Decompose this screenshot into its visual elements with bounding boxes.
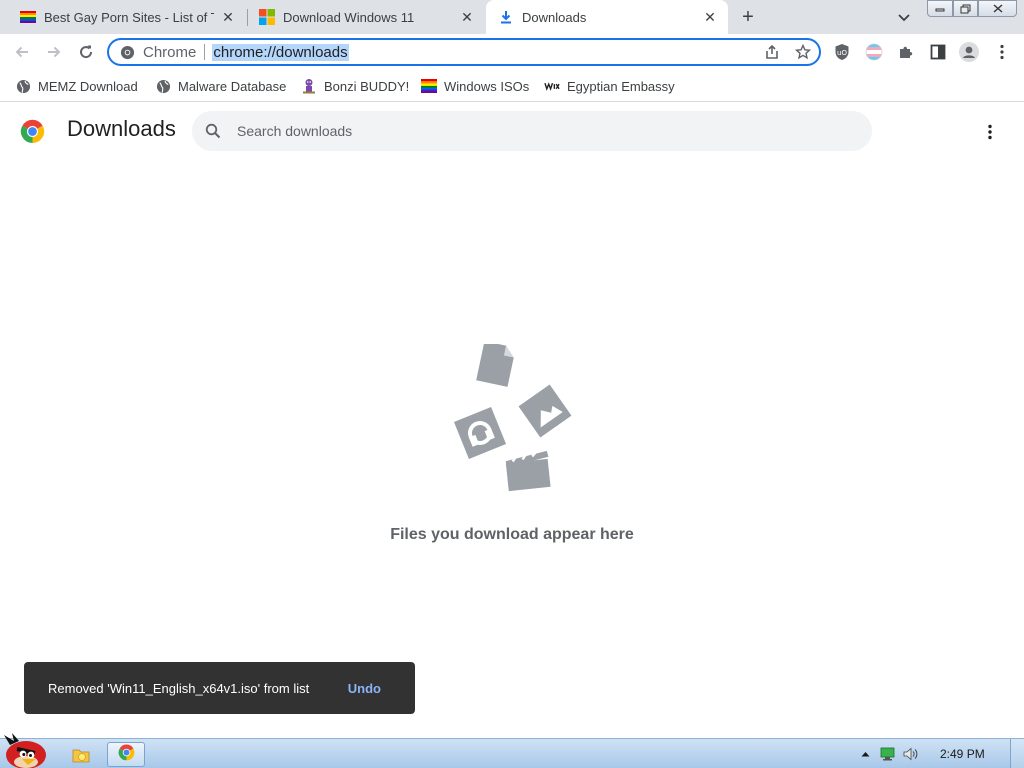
system-tray	[855, 745, 923, 763]
bookmark-label: MEMZ Download	[38, 78, 138, 94]
globe-icon	[155, 78, 171, 94]
tab-title: Downloads	[522, 9, 587, 25]
reload-icon[interactable]	[72, 38, 100, 66]
image-file-icon	[518, 384, 572, 438]
trans-flag-extension-icon[interactable]	[864, 42, 884, 62]
forward-arrow-icon[interactable]	[40, 38, 68, 66]
taskbar-chrome-button[interactable]	[107, 742, 145, 767]
url-text[interactable]: chrome://downloads	[212, 43, 349, 61]
download-arrow-icon	[498, 9, 514, 25]
tab-title: Download Windows 11	[283, 9, 415, 25]
bookmark-star-icon[interactable]	[787, 44, 819, 60]
new-tab-button[interactable]: +	[736, 5, 760, 29]
bookmark-label: Bonzi BUDDY!	[324, 78, 410, 94]
omnibox-divider	[204, 44, 206, 60]
audio-file-icon	[453, 406, 507, 460]
close-tab-icon[interactable]: ✕	[220, 9, 236, 25]
start-button-angry-bird-icon[interactable]	[2, 731, 50, 768]
wix-icon	[544, 78, 560, 94]
removed-toast: Removed 'Win11_English_x64v1.iso' from l…	[24, 662, 415, 714]
tab-title: Best Gay Porn Sites - List of To	[44, 9, 214, 25]
chrome-logo-icon	[118, 743, 135, 766]
minimize-button[interactable]	[927, 0, 953, 17]
search-input[interactable]	[237, 123, 837, 139]
more-actions-icon[interactable]	[978, 120, 1002, 144]
chrome-site-icon	[119, 44, 135, 60]
site-chip: Chrome	[143, 43, 197, 61]
tab-downloads[interactable]: Downloads ✕	[486, 0, 728, 34]
svg-text:uO: uO	[837, 49, 847, 57]
bookmark-egyptian-embassy[interactable]: Egyptian Embassy	[544, 76, 675, 96]
browser-toolbar: Chrome chrome://downloads uO	[0, 34, 1024, 70]
window-controls	[927, 0, 1017, 18]
tab-search-chevron-icon[interactable]	[893, 8, 915, 28]
back-arrow-icon[interactable]	[8, 38, 36, 66]
windows-taskbar: 2:49 PM	[0, 733, 1024, 768]
volume-icon[interactable]	[899, 747, 923, 761]
taskbar-clock[interactable]: 2:49 PM	[940, 747, 985, 761]
empty-state-message: Files you download appear here	[390, 526, 634, 543]
address-bar[interactable]: Chrome chrome://downloads	[107, 38, 821, 66]
rainbow-flag-icon	[421, 78, 437, 94]
omnibox-actions	[757, 40, 819, 64]
close-tab-icon[interactable]: ✕	[459, 9, 475, 25]
search-downloads-box[interactable]	[192, 111, 872, 151]
search-icon	[203, 121, 223, 141]
profile-avatar-icon[interactable]	[959, 42, 979, 62]
undo-button[interactable]: Undo	[348, 681, 381, 696]
bonzi-icon	[301, 78, 317, 94]
side-panel-icon[interactable]	[928, 42, 948, 62]
windows-logo-icon	[259, 9, 275, 25]
bookmark-windows-isos[interactable]: Windows ISOs	[421, 76, 529, 96]
bookmarks-bar: MEMZ Download Malware Database Bonzi BUD…	[0, 70, 1024, 102]
show-hidden-icons-icon[interactable]	[855, 751, 875, 757]
bookmark-label: Malware Database	[178, 78, 287, 94]
browser-window: Best Gay Porn Sites - List of To ✕ Downl…	[0, 0, 1024, 768]
tab-best-gay-porn-sites[interactable]: Best Gay Porn Sites - List of To ✕	[0, 0, 246, 34]
bookmark-bonzi-buddy[interactable]: Bonzi BUDDY!	[301, 76, 409, 96]
chrome-menu-icon[interactable]	[992, 42, 1012, 62]
bookmark-memz-download[interactable]: MEMZ Download	[15, 76, 138, 96]
restore-button[interactable]	[953, 0, 978, 17]
network-icon[interactable]	[875, 747, 899, 761]
document-icon	[476, 341, 514, 387]
show-desktop-button[interactable]	[1010, 739, 1024, 768]
empty-downloads-illustration	[446, 341, 578, 496]
close-window-button[interactable]	[978, 0, 1017, 17]
tab-strip: Best Gay Porn Sites - List of To ✕ Downl…	[0, 0, 1024, 34]
rainbow-flag-icon	[20, 9, 36, 25]
downloads-header: Downloads	[0, 103, 1024, 159]
extensions-puzzle-icon[interactable]	[896, 42, 916, 62]
video-file-icon	[505, 450, 551, 492]
close-tab-icon[interactable]: ✕	[702, 9, 718, 25]
chrome-logo-icon	[20, 119, 45, 144]
toast-message: Removed 'Win11_English_x64v1.iso' from l…	[48, 680, 310, 696]
share-icon[interactable]	[757, 44, 787, 60]
ublock-icon[interactable]: uO	[832, 42, 852, 62]
page-title: Downloads	[67, 116, 176, 141]
tab-download-windows-11[interactable]: Download Windows 11 ✕	[239, 0, 485, 34]
globe-icon	[15, 78, 31, 94]
bookmark-malware-database[interactable]: Malware Database	[155, 76, 286, 96]
bookmark-label: Windows ISOs	[444, 78, 530, 94]
explorer-folder-icon[interactable]	[66, 742, 96, 767]
bookmark-label: Egyptian Embassy	[567, 78, 675, 94]
